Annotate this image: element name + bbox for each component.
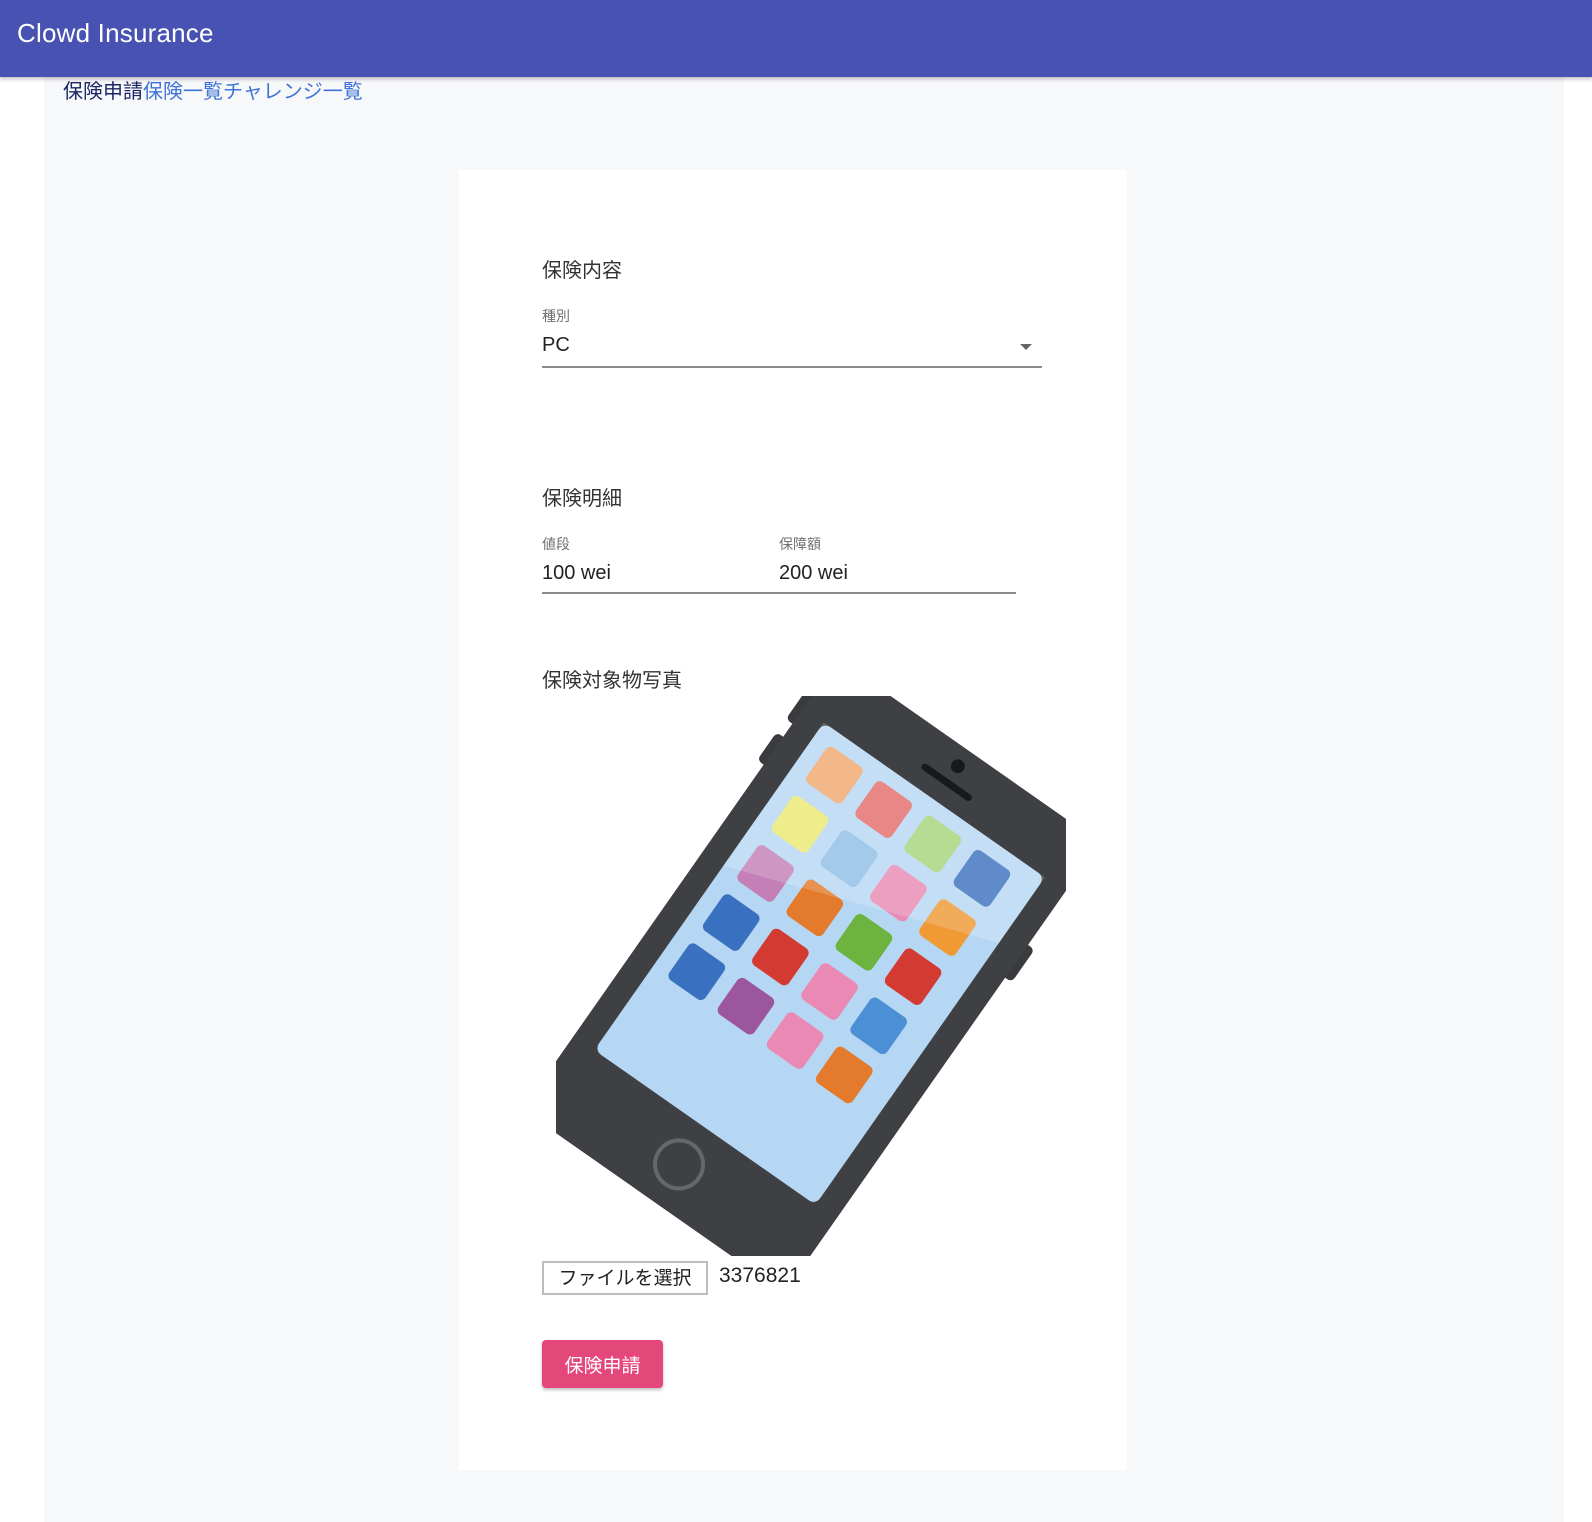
nav-link-apply[interactable]: 保険申請 <box>63 79 143 103</box>
coverage-input[interactable]: 200 wei <box>779 562 848 585</box>
smartphone-illustration <box>556 696 1066 1256</box>
nav-link-challenge-list[interactable]: チャレンジ一覧 <box>223 79 363 103</box>
app-title: Clowd Insurance <box>17 18 214 48</box>
price-input[interactable]: 100 wei <box>542 562 611 585</box>
price-label: 値段 <box>542 537 570 553</box>
type-value: PC <box>542 334 570 356</box>
dropdown-arrow-icon <box>1020 344 1032 350</box>
type-underline <box>542 366 1042 368</box>
details-underline <box>542 592 1016 594</box>
choose-file-button[interactable]: ファイルを選択 <box>542 1261 708 1295</box>
section-title-content: 保険内容 <box>542 258 622 282</box>
type-label: 種別 <box>542 309 570 325</box>
application-form-card: 保険内容 種別 PC 保険明細 値段 100 wei 保障額 200 wei 保… <box>459 170 1127 1470</box>
main-content: 保険申請保険一覧チャレンジ一覧 保険内容 種別 PC 保険明細 値段 100 w… <box>44 77 1564 1522</box>
section-title-photo: 保険対象物写真 <box>542 668 682 692</box>
selected-file-name: 3376821 <box>719 1264 801 1287</box>
nav-links: 保険申請保険一覧チャレンジ一覧 <box>63 79 363 103</box>
type-select[interactable]: 種別 PC <box>542 306 1042 368</box>
nav-link-insurance-list[interactable]: 保険一覧 <box>143 79 223 103</box>
coverage-label: 保障額 <box>779 537 821 553</box>
app-bar: Clowd Insurance <box>0 0 1592 77</box>
section-title-details: 保険明細 <box>542 486 622 510</box>
submit-application-button[interactable]: 保険申請 <box>542 1340 663 1388</box>
